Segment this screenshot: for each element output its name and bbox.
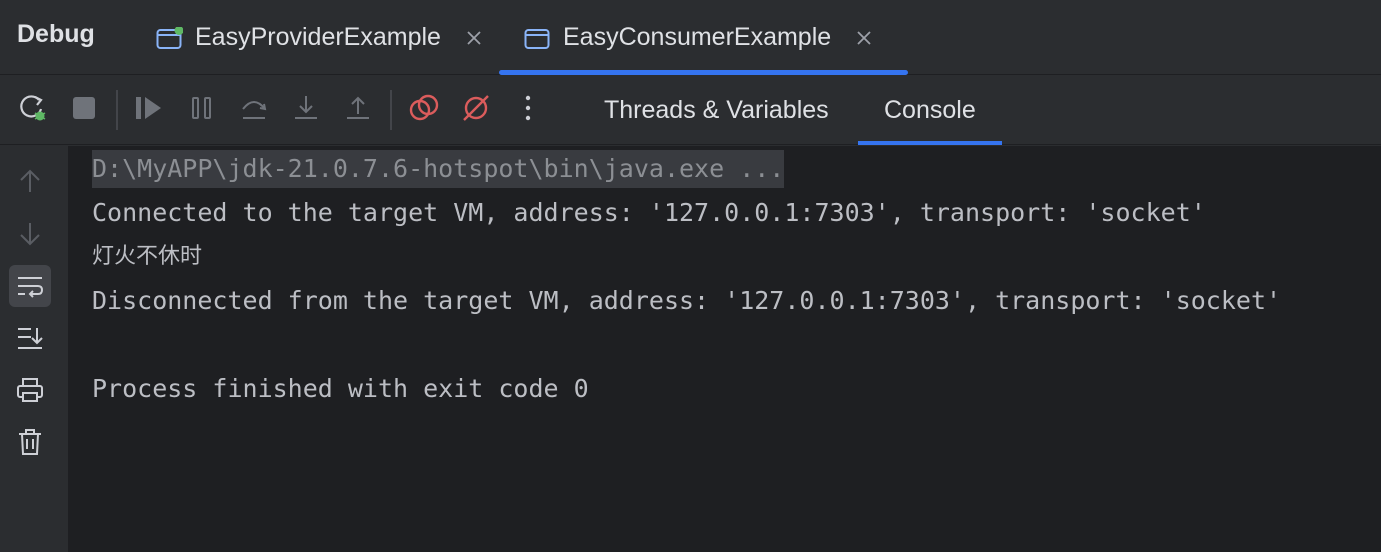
soft-wrap-icon[interactable] [9, 265, 51, 307]
console-line: Connected to the target VM, address: '12… [92, 198, 1206, 227]
scroll-to-end-icon[interactable] [9, 317, 51, 359]
resume-icon[interactable] [133, 92, 165, 124]
run-config-icon [156, 26, 183, 49]
step-into-icon[interactable] [290, 92, 322, 124]
close-icon[interactable] [855, 29, 873, 47]
stop-icon[interactable] [68, 92, 100, 124]
console-sidebar [0, 146, 68, 552]
tab-easy-consumer-example[interactable]: EasyConsumerExample [498, 0, 909, 75]
tab-label: EasyProviderExample [195, 23, 441, 51]
step-over-icon[interactable] [238, 92, 270, 124]
trash-icon[interactable] [9, 421, 51, 463]
tab-easy-provider-example[interactable]: EasyProviderExample [156, 0, 483, 75]
toolbar-separator [390, 90, 392, 130]
tool-window-title: Debug [17, 20, 95, 48]
more-icon[interactable] [512, 92, 544, 124]
toolbar-separator [116, 90, 118, 130]
rerun-icon[interactable] [17, 92, 49, 124]
tab-bar: Debug EasyProviderExample EasyConsumerEx… [0, 0, 1381, 75]
console-output[interactable]: D:\MyAPP\jdk-21.0.7.6-hotspot\bin\java.e… [68, 146, 1381, 552]
console-line: Disconnected from the target VM, address… [92, 286, 1282, 315]
console-line: Process finished with exit code 0 [92, 374, 589, 403]
tab-label: EasyConsumerExample [563, 23, 832, 51]
tab-threads-variables[interactable]: Threads & Variables [604, 76, 829, 145]
console-command-line[interactable]: D:\MyAPP\jdk-21.0.7.6-hotspot\bin\java.e… [92, 150, 785, 188]
close-icon[interactable] [465, 29, 483, 47]
pause-icon[interactable] [186, 92, 218, 124]
debug-toolbar: Threads & Variables Console [0, 76, 1381, 145]
print-icon[interactable] [9, 369, 51, 411]
mute-breakpoints-icon[interactable] [460, 92, 492, 124]
step-out-icon[interactable] [342, 92, 374, 124]
tab-console[interactable]: Console [858, 76, 1002, 145]
up-arrow-icon[interactable] [9, 160, 51, 202]
run-config-icon [524, 27, 551, 49]
down-arrow-icon[interactable] [9, 213, 51, 255]
view-breakpoints-icon[interactable] [408, 92, 440, 124]
console-line: 灯火不休时 [92, 244, 203, 269]
